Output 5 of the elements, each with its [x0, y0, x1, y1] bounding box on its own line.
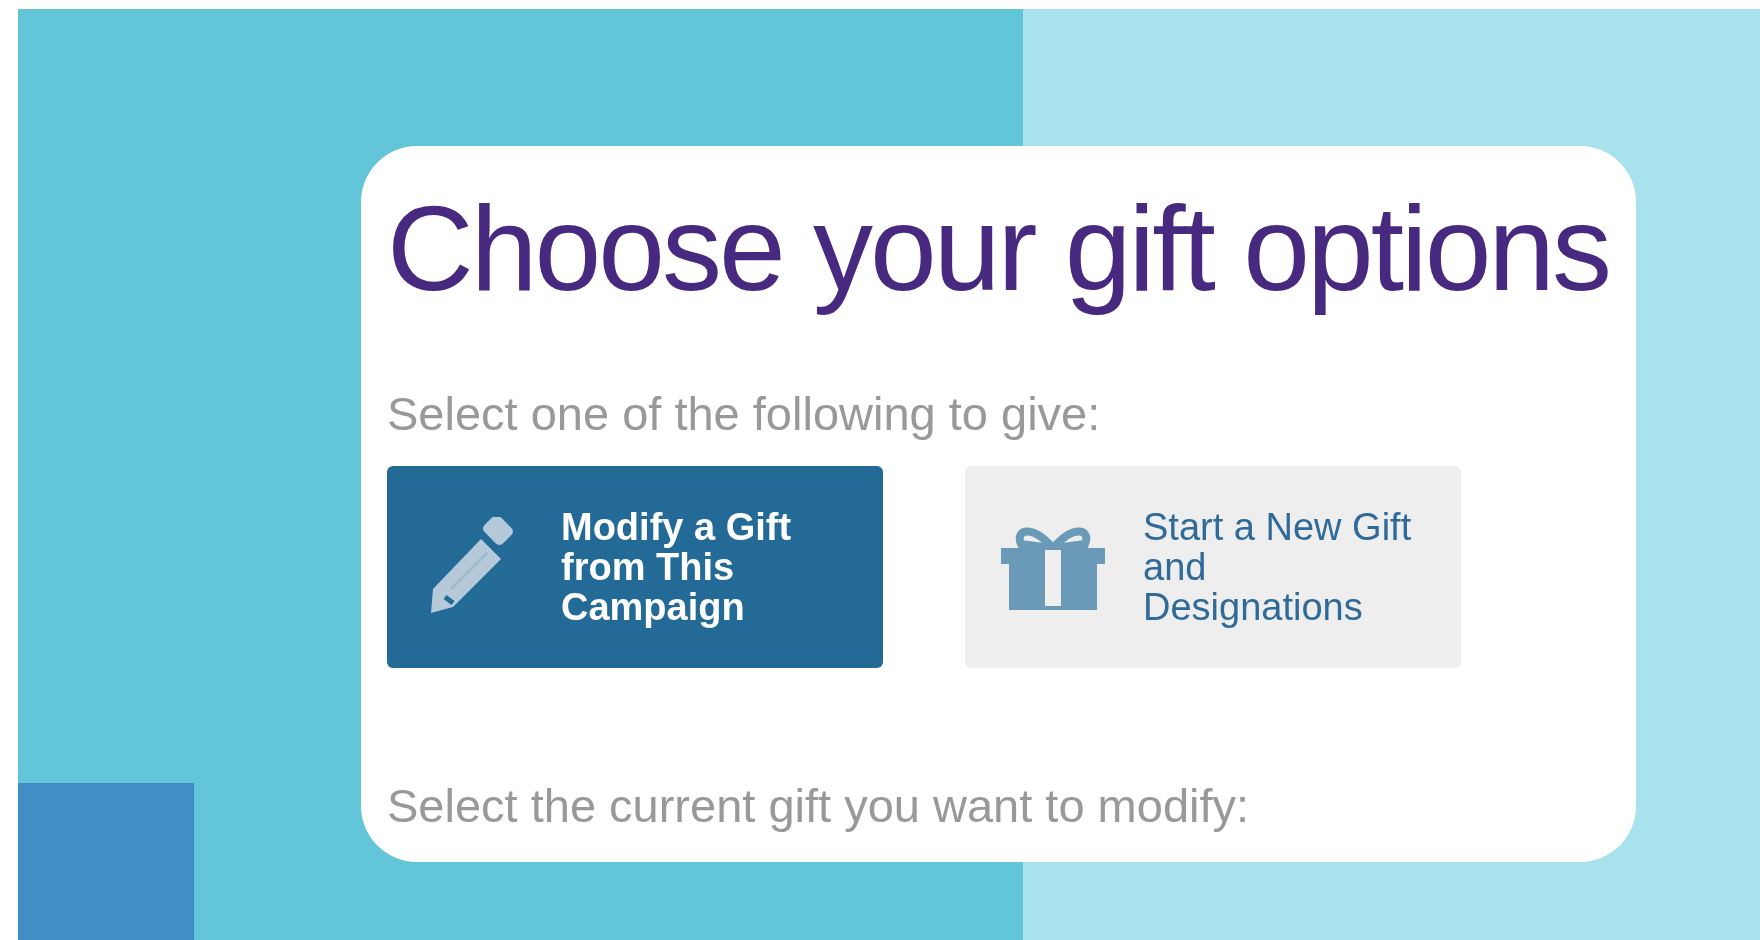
instruction-text: Select the current gift you want to modify: [387, 778, 1251, 834]
instruction-text: Select one of the following to give: [387, 386, 1102, 442]
option-button[interactable]: Start a New Gift and Designations [965, 466, 1461, 668]
page-title: Choose your gift options [387, 180, 1611, 317]
option-button[interactable]: Modify a Gift from This Campaign [387, 466, 883, 668]
